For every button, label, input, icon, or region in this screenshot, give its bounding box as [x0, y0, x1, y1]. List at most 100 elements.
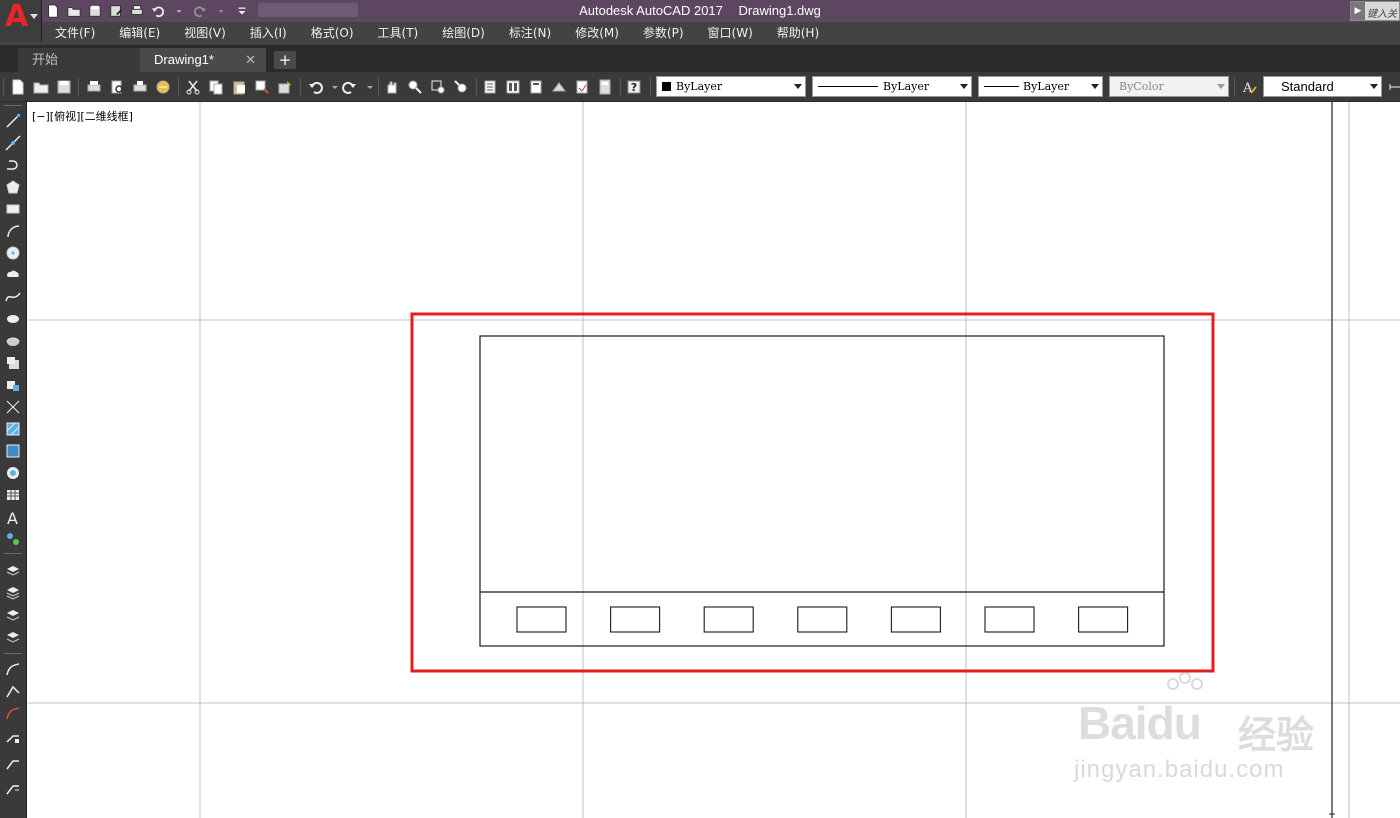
line-icon[interactable] — [3, 111, 23, 131]
polygon-icon[interactable] — [3, 177, 23, 197]
zoom-previous-icon[interactable] — [451, 77, 471, 97]
open-folder-icon[interactable] — [65, 2, 83, 20]
menu-draw[interactable]: 绘图(D) — [430, 22, 497, 45]
open-icon[interactable] — [31, 77, 51, 97]
tab-drawing1[interactable]: Drawing1* ✕ — [140, 48, 266, 72]
block-editor-icon[interactable] — [275, 77, 295, 97]
toolbar-grip[interactable] — [4, 105, 22, 106]
circle-icon[interactable] — [3, 243, 23, 263]
layer-previous-icon[interactable] — [3, 605, 23, 625]
dimension-style-icon[interactable] — [1386, 77, 1400, 97]
redo-dropdown-icon[interactable] — [360, 77, 380, 97]
plot-preview-icon[interactable] — [107, 77, 127, 97]
slot-rectangle[interactable] — [516, 606, 567, 633]
pan-hand-icon[interactable] — [382, 77, 402, 97]
redo-dropdown-icon[interactable] — [212, 2, 230, 20]
drawing-canvas[interactable]: [−][俯视][二维线框] — [28, 102, 1400, 818]
properties-icon[interactable] — [480, 77, 500, 97]
spline-edit-icon[interactable] — [3, 681, 23, 701]
zoom-realtime-icon[interactable] — [405, 77, 425, 97]
menu-tools[interactable]: 工具(T) — [366, 22, 431, 45]
markup-icon[interactable] — [572, 77, 592, 97]
design-center-icon[interactable] — [503, 77, 523, 97]
menu-window[interactable]: 窗口(W) — [696, 22, 765, 45]
slot-rectangle[interactable] — [797, 606, 848, 633]
3d-dwf-icon[interactable] — [153, 77, 173, 97]
point-icon[interactable] — [3, 397, 23, 417]
toolbar-grip[interactable] — [3, 78, 4, 96]
text-style-icon[interactable]: A — [1240, 77, 1260, 97]
chevron-right-icon[interactable]: ▶ — [1351, 2, 1365, 20]
menu-help[interactable]: 帮助(H) — [765, 22, 831, 45]
leader-icon[interactable] — [3, 753, 23, 773]
insert-block-icon[interactable] — [3, 353, 23, 373]
hatch-icon[interactable] — [3, 419, 23, 439]
layer-properties-icon[interactable] — [3, 561, 23, 581]
save-icon[interactable] — [54, 77, 74, 97]
close-icon[interactable]: ✕ — [245, 48, 256, 72]
add-selected-icon[interactable] — [3, 529, 23, 549]
slot-rectangle[interactable] — [984, 606, 1035, 633]
lineweight-control-dropdown[interactable]: ByLayer — [978, 76, 1103, 97]
redo-icon[interactable] — [340, 77, 360, 97]
align-leader-icon[interactable] — [3, 778, 23, 798]
undo-icon[interactable] — [305, 77, 325, 97]
polyline-icon[interactable] — [3, 155, 23, 175]
menu-modify[interactable]: 修改(M) — [563, 22, 631, 45]
sheet-set-icon[interactable] — [549, 77, 569, 97]
region-icon[interactable] — [3, 463, 23, 483]
menu-insert[interactable]: 插入(I) — [238, 22, 299, 45]
color-control-dropdown[interactable]: ByLayer — [656, 76, 806, 97]
undo-icon[interactable] — [149, 2, 167, 20]
customize-qat-icon[interactable] — [233, 2, 251, 20]
new-file-icon[interactable] — [44, 2, 62, 20]
slot-rectangle[interactable] — [890, 606, 941, 633]
ellipse-icon[interactable] — [3, 309, 23, 329]
application-menu-button[interactable]: A — [0, 0, 42, 42]
multiline-text-icon[interactable]: A — [3, 507, 23, 527]
slot-rectangle[interactable] — [610, 606, 661, 633]
tool-palettes-icon[interactable] — [526, 77, 546, 97]
slot-rectangle[interactable] — [703, 606, 754, 633]
menu-dimension[interactable]: 标注(N) — [497, 22, 563, 45]
save-icon[interactable] — [86, 2, 104, 20]
arc-icon[interactable] — [3, 221, 23, 241]
viewport-controls-label[interactable]: [−][俯视][二维线框] — [32, 108, 133, 124]
spline-icon[interactable] — [3, 287, 23, 307]
new-tab-button[interactable]: + — [274, 51, 296, 69]
slot-rectangle[interactable] — [1078, 606, 1129, 633]
polyline-edit-icon[interactable] — [3, 659, 23, 679]
ellipse-arc-icon[interactable] — [3, 331, 23, 351]
help-icon[interactable]: ? — [624, 77, 644, 97]
menu-parametric[interactable]: 参数(P) — [631, 22, 696, 45]
menu-edit[interactable]: 编辑(E) — [107, 22, 172, 45]
redo-icon[interactable] — [191, 2, 209, 20]
multileader-icon[interactable] — [3, 728, 23, 748]
copy-icon[interactable] — [206, 77, 226, 97]
menu-file[interactable]: 文件(F) — [43, 22, 107, 45]
gradient-icon[interactable] — [3, 441, 23, 461]
quickcalc-icon[interactable] — [595, 77, 615, 97]
linetype-control-dropdown[interactable]: ByLayer — [812, 76, 972, 97]
construction-line-icon[interactable] — [3, 133, 23, 153]
layer-state-icon[interactable] — [3, 583, 23, 603]
cut-icon[interactable] — [183, 77, 203, 97]
new-icon[interactable] — [8, 77, 28, 97]
rectangle-icon[interactable] — [3, 199, 23, 219]
tab-start[interactable]: 开始 — [18, 48, 146, 72]
paste-icon[interactable] — [229, 77, 249, 97]
arc-edit-icon[interactable] — [3, 703, 23, 723]
layer-isolate-icon[interactable] — [3, 627, 23, 647]
text-style-dropdown[interactable]: Standard — [1263, 76, 1382, 97]
workspace-switcher[interactable] — [258, 3, 358, 17]
table-icon[interactable] — [3, 485, 23, 505]
plot-icon[interactable] — [84, 77, 104, 97]
menu-view[interactable]: 视图(V) — [172, 22, 238, 45]
zoom-window-icon[interactable] — [428, 77, 448, 97]
save-as-icon[interactable] — [107, 2, 125, 20]
menu-format[interactable]: 格式(O) — [299, 22, 366, 45]
make-block-icon[interactable] — [3, 375, 23, 395]
revision-cloud-icon[interactable] — [3, 265, 23, 285]
undo-dropdown-icon[interactable] — [170, 2, 188, 20]
match-properties-icon[interactable] — [252, 77, 272, 97]
